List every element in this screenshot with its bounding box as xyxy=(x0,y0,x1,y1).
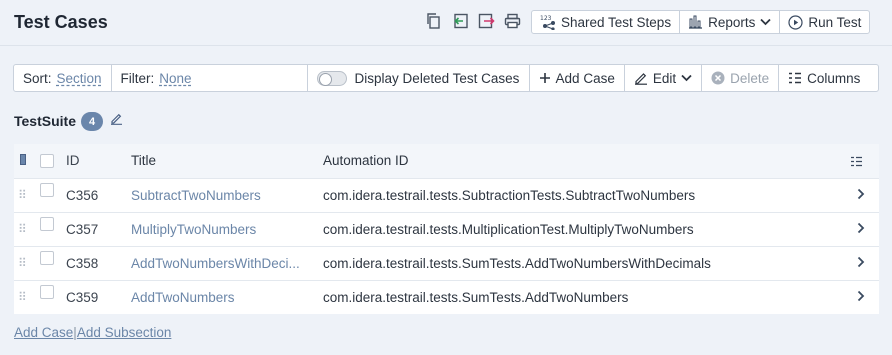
add-subsection-link[interactable]: Add Subsection xyxy=(77,325,172,340)
display-deleted-toggle[interactable] xyxy=(316,70,347,86)
add-case-link[interactable]: Add Case xyxy=(14,325,73,340)
import-icon[interactable] xyxy=(449,10,471,32)
export-icon[interactable] xyxy=(475,10,497,32)
suite-count-badge: 4 xyxy=(81,112,103,131)
delete-circle-icon xyxy=(711,71,725,85)
edit-suite-pencil-icon[interactable] xyxy=(110,112,123,128)
sort-label: Sort: xyxy=(23,70,52,86)
columns-label: Columns xyxy=(807,70,861,86)
display-deleted-control: Display Deleted Test Cases xyxy=(308,65,530,91)
pencil-icon xyxy=(634,73,647,85)
case-title-link[interactable]: AddTwoNumbers xyxy=(131,290,306,305)
case-id: C357 xyxy=(66,222,99,237)
copy-icon[interactable] xyxy=(423,10,445,32)
case-automation-id: com.idera.testrail.tests.SumTests.AddTwo… xyxy=(323,256,711,271)
run-test-button[interactable]: Run Test xyxy=(780,11,869,33)
drag-handle-icon[interactable]: ⠿ xyxy=(18,222,26,236)
run-test-label: Run Test xyxy=(808,14,862,30)
shared-test-steps-button[interactable]: 123 Shared Test Steps xyxy=(532,11,681,33)
chevron-right-icon[interactable] xyxy=(857,221,865,237)
suite-title: TestSuite xyxy=(14,113,76,129)
table-row[interactable]: ⠿ C359 AddTwoNumbers com.idera.testrail.… xyxy=(14,280,879,314)
chevron-down-icon xyxy=(760,18,771,26)
table-header: ID Title Automation ID xyxy=(14,144,879,178)
filter-value-link[interactable]: None xyxy=(159,71,191,86)
header-button-group: 123 Shared Test Steps Reports Run Test xyxy=(531,10,871,34)
filter-control: Filter: None xyxy=(112,65,308,91)
sort-control: Sort: Section xyxy=(14,65,112,91)
case-title-link[interactable]: SubtractTwoNumbers xyxy=(131,188,306,203)
filter-label: Filter: xyxy=(120,70,155,86)
column-marker-icon xyxy=(20,154,26,165)
edit-button[interactable]: Edit xyxy=(625,65,703,91)
sort-value-link[interactable]: Section xyxy=(57,71,102,86)
select-all-checkbox[interactable] xyxy=(40,154,54,168)
page-title: Test Cases xyxy=(14,12,108,32)
drag-handle-icon[interactable]: ⠿ xyxy=(18,188,26,202)
row-checkbox[interactable] xyxy=(40,251,54,265)
table-row[interactable]: ⠿ C358 AddTwoNumbersWithDeci... com.ider… xyxy=(14,246,879,280)
print-icon[interactable] xyxy=(501,10,523,32)
columns-icon xyxy=(789,72,802,84)
table-row[interactable]: ⠿ C356 SubtractTwoNumbers com.idera.test… xyxy=(14,178,879,212)
bar-chart-icon xyxy=(689,15,703,29)
columns-button[interactable]: Columns xyxy=(779,65,878,91)
chevron-right-icon[interactable] xyxy=(857,187,865,203)
drag-handle-icon[interactable]: ⠿ xyxy=(18,256,26,270)
header-automation-id: Automation ID xyxy=(323,153,409,168)
edit-label: Edit xyxy=(652,70,677,86)
row-checkbox[interactable] xyxy=(40,183,54,197)
play-circle-icon xyxy=(788,14,803,30)
case-automation-id: com.idera.testrail.tests.MultiplicationT… xyxy=(323,222,694,237)
row-checkbox[interactable] xyxy=(40,285,54,299)
test-cases-table: ID Title Automation ID ⠿ C356 SubtractTw… xyxy=(14,144,879,314)
reports-label: Reports xyxy=(708,14,756,30)
svg-text:123: 123 xyxy=(540,15,552,22)
chevron-right-icon[interactable] xyxy=(857,289,865,305)
display-deleted-label: Display Deleted Test Cases xyxy=(354,70,520,86)
toolbar: Sort: Section Filter: None Display Delet… xyxy=(13,64,879,92)
case-id: C358 xyxy=(66,256,99,271)
delete-label: Delete xyxy=(730,70,770,86)
header-title: Title xyxy=(131,153,157,168)
header-divider xyxy=(0,45,892,46)
case-automation-id: com.idera.testrail.tests.SumTests.AddTwo… xyxy=(323,290,629,305)
row-checkbox[interactable] xyxy=(40,217,54,231)
shared-steps-icon: 123 xyxy=(540,15,555,30)
case-title-link[interactable]: MultiplyTwoNumbers xyxy=(131,222,306,237)
chevron-down-icon xyxy=(681,74,692,82)
case-automation-id: com.idera.testrail.tests.SubtractionTest… xyxy=(323,188,696,203)
case-id: C359 xyxy=(66,290,99,305)
column-settings-icon[interactable] xyxy=(850,155,863,170)
case-title-link[interactable]: AddTwoNumbersWithDeci... xyxy=(131,256,306,271)
drag-handle-icon[interactable]: ⠿ xyxy=(18,290,26,304)
plus-icon xyxy=(539,73,550,83)
add-case-label: Add Case xyxy=(555,70,615,86)
header-id: ID xyxy=(66,153,80,168)
header-icon-group xyxy=(423,10,523,32)
reports-button[interactable]: Reports xyxy=(680,11,781,33)
case-id: C356 xyxy=(66,188,99,203)
footer-links: Add Case|Add Subsection xyxy=(14,325,171,340)
chevron-right-icon[interactable] xyxy=(857,255,865,271)
add-case-button[interactable]: Add Case xyxy=(530,65,625,91)
delete-button[interactable]: Delete xyxy=(702,65,780,91)
shared-test-steps-label: Shared Test Steps xyxy=(561,14,672,30)
table-row[interactable]: ⠿ C357 MultiplyTwoNumbers com.idera.test… xyxy=(14,212,879,246)
